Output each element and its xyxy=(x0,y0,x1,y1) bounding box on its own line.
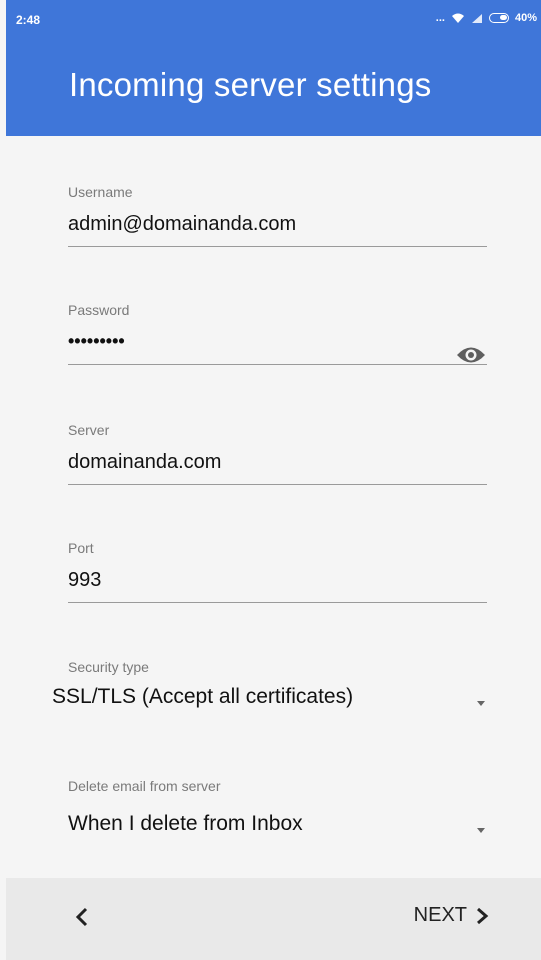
port-underline xyxy=(68,602,487,603)
password-field[interactable]: Password ••••••••• xyxy=(68,302,487,365)
wifi-icon xyxy=(451,13,464,23)
next-label: NEXT xyxy=(413,904,467,926)
chevron-right-icon xyxy=(477,907,489,924)
page-title: Incoming server settings xyxy=(69,66,432,103)
delete-email-label: Delete email from server xyxy=(68,778,221,794)
app-bar: 2:48 ... 40% Incoming server settings xyxy=(6,0,541,136)
eye-icon[interactable] xyxy=(455,344,487,366)
security-type-label: Security type xyxy=(68,659,149,675)
bottom-nav-bar: NEXT xyxy=(6,878,541,960)
port-field[interactable]: Port 993 xyxy=(68,540,487,603)
chevron-left-icon[interactable] xyxy=(68,902,98,932)
status-time: 2:48 xyxy=(16,13,41,27)
username-label: Username xyxy=(68,184,133,200)
server-field[interactable]: Server domainanda.com xyxy=(68,422,487,485)
security-type-select[interactable]: SSL/TLS (Accept all certificates) xyxy=(52,685,498,709)
next-button[interactable]: NEXT xyxy=(414,904,489,927)
port-input[interactable]: 993 xyxy=(68,569,487,592)
server-underline xyxy=(68,484,487,485)
delete-email-select[interactable]: When I delete from Inbox xyxy=(68,812,498,836)
password-input[interactable]: ••••••••• xyxy=(68,331,487,352)
password-underline xyxy=(68,364,487,365)
signal-icon xyxy=(471,13,482,23)
dropdown-caret-icon xyxy=(477,701,485,706)
status-icons: ... 40% xyxy=(436,12,537,24)
status-dots: ... xyxy=(435,12,445,24)
security-type-field[interactable]: Security type SSL/TLS (Accept all certif… xyxy=(52,659,498,709)
username-underline xyxy=(68,246,487,247)
server-input[interactable]: domainanda.com xyxy=(68,451,487,474)
delete-email-field[interactable]: Delete email from server When I delete f… xyxy=(68,778,498,836)
port-label: Port xyxy=(68,540,94,556)
battery-icon xyxy=(488,13,509,23)
dropdown-caret-icon xyxy=(477,828,485,833)
password-label: Password xyxy=(68,302,130,318)
username-input[interactable]: admin@domainanda.com xyxy=(68,213,487,236)
username-field[interactable]: Username admin@domainanda.com xyxy=(68,184,487,247)
server-label: Server xyxy=(68,422,110,438)
battery-level: 40% xyxy=(514,12,537,24)
